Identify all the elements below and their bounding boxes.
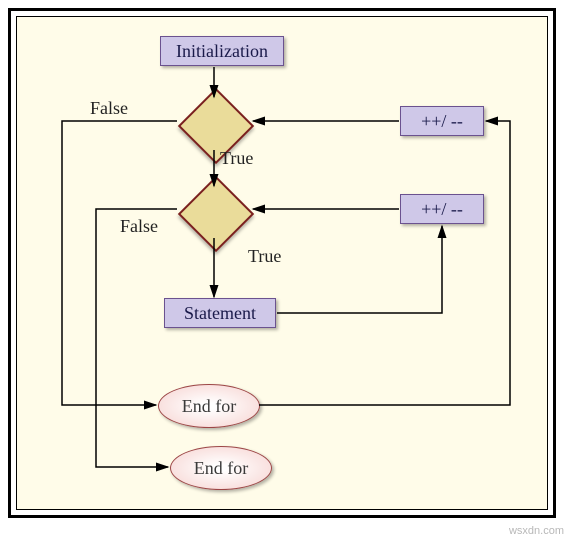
end-for-inner-label: End for [182, 396, 236, 417]
watermark: wsxdn.com [509, 525, 564, 537]
outer-true-label: True [220, 148, 253, 169]
inner-false-label: False [120, 216, 158, 237]
end-for-outer-ellipse: End for [170, 446, 272, 490]
outer-increment-label: ++/ -- [421, 111, 463, 132]
outer-false-label: False [90, 98, 128, 119]
inner-increment-box: ++/ -- [400, 194, 484, 224]
end-for-outer-label: End for [194, 458, 248, 479]
end-for-inner-ellipse: End for [158, 384, 260, 428]
inner-true-label: True [248, 246, 281, 267]
statement-box: Statement [164, 298, 276, 328]
inner-increment-label: ++/ -- [421, 199, 463, 220]
statement-label: Statement [184, 303, 256, 324]
flowchart-canvas: Initialization ++/ -- ++/ -- Statement E… [0, 0, 570, 539]
outer-increment-box: ++/ -- [400, 106, 484, 136]
initialization-box: Initialization [160, 36, 284, 66]
initialization-label: Initialization [176, 41, 268, 62]
inner-border [16, 16, 548, 510]
inner-condition-diamond [178, 186, 250, 238]
outer-condition-diamond [178, 98, 250, 150]
